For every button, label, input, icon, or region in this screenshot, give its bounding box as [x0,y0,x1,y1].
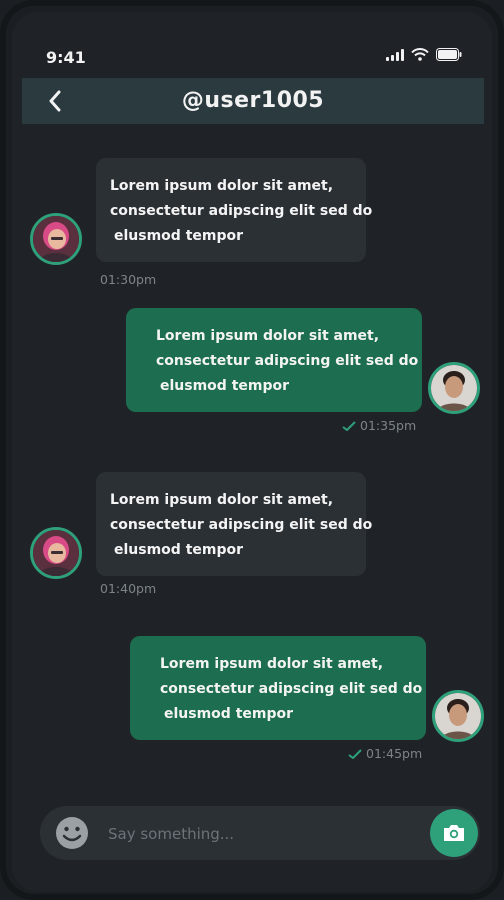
message-line: Lorem ipsum dolor sit amet, [160,656,384,672]
message-line: elusmod tempor [114,542,244,558]
battery-icon [436,48,462,61]
message-line: consectetur adipscing elit sed do [156,353,419,369]
message-timestamp: 01:30pm [100,272,157,287]
message-line: Lorem ipsum dolor sit amet, [110,178,334,194]
incoming-message-bubble: Lorem ipsum dolor sit amet, consectetur … [96,472,373,576]
message-line: elusmod tempor [164,706,294,722]
message-line: elusmod tempor [160,378,290,394]
message-time: 01:45pm [366,746,423,761]
chat-header: @user1005 [22,78,484,124]
message-line: consectetur adipscing elit sed do [160,681,423,697]
message-line: consectetur adipscing elit sed do [110,517,373,533]
contact-avatar[interactable] [30,527,82,579]
outgoing-message-bubble: Lorem ipsum dolor sit amet, consectetur … [130,636,426,740]
incoming-message-bubble: Lorem ipsum dolor sit amet, consectetur … [96,158,373,262]
message-timestamp: 01:45pm [348,746,422,761]
status-icons [386,48,462,61]
message-line: Lorem ipsum dolor sit amet, [156,328,380,344]
user-avatar[interactable] [432,690,484,742]
camera-button[interactable] [430,809,478,857]
smiley-icon [56,817,88,849]
message-composer [40,806,480,860]
chat-title: @user1005 [181,88,325,113]
message-timestamp: 01:35pm [342,418,416,433]
emoji-button[interactable] [54,815,90,851]
message-input[interactable] [106,818,410,850]
message-timestamp: 01:40pm [100,581,157,596]
message-line: consectetur adipscing elit sed do [110,203,373,219]
message-time: 01:35pm [360,418,417,433]
wifi-icon [411,48,429,61]
phone-frame: 9:41 @user1005 Lorem ipsum dolor sit ame… [0,0,504,900]
user-avatar[interactable] [428,362,480,414]
check-icon [342,420,356,431]
status-time: 9:41 [46,48,86,67]
check-icon [348,748,362,759]
camera-icon [444,825,464,841]
message-line: Lorem ipsum dolor sit amet, [110,492,334,508]
contact-avatar[interactable] [30,213,82,265]
chat-screen: 9:41 @user1005 Lorem ipsum dolor sit ame… [12,12,492,892]
message-line: elusmod tempor [114,228,244,244]
outgoing-message-bubble: Lorem ipsum dolor sit amet, consectetur … [126,308,422,412]
status-bar: 9:41 [12,12,492,72]
signal-icon [386,49,404,61]
